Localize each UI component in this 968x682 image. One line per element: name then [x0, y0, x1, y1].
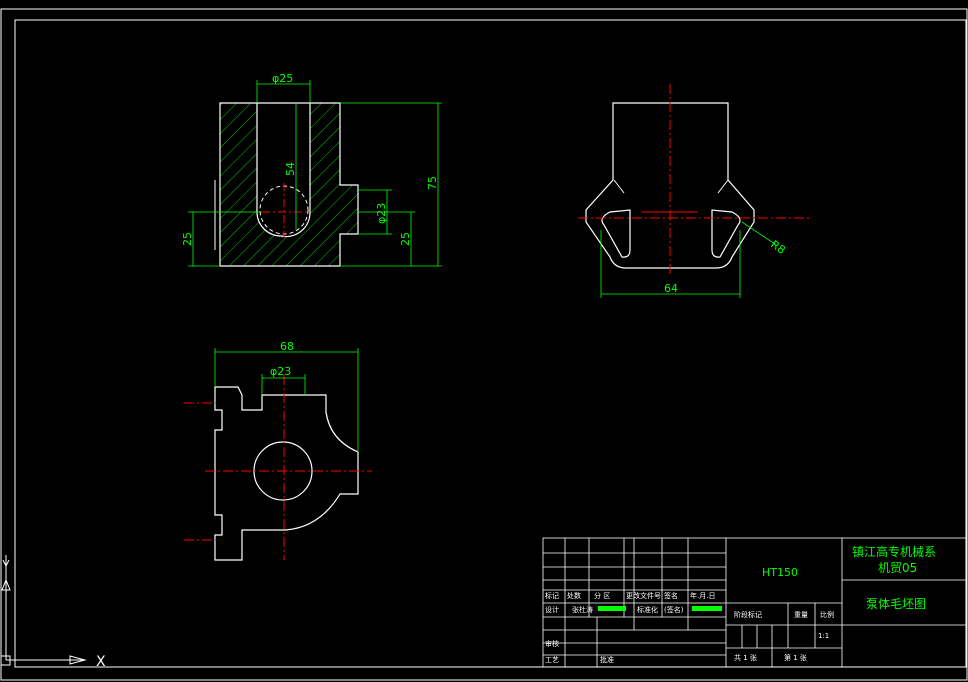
tb-label-zone: 分 区	[594, 591, 610, 600]
tb-sheets: 共 1 张	[734, 653, 757, 662]
tb-label-weight: 重量	[794, 611, 808, 619]
tb-label-review: 审核	[545, 639, 559, 648]
top-view[interactable]: 68 φ23	[184, 340, 372, 561]
side-right-step	[717, 179, 729, 194]
tb-label-signature: (签名)	[664, 605, 684, 614]
tb-label-count: 处数	[567, 591, 581, 600]
cad-drawing-canvas[interactable]: φ25 54 75 25 25 φ23 64 R8 68 φ23 X 标记 处数…	[0, 0, 968, 682]
dim-front-right-bottom: 25	[399, 232, 412, 246]
side-left-pocket	[601, 209, 631, 258]
tb-label-design: 设计	[545, 605, 559, 614]
side-left-step	[613, 179, 625, 194]
tb-label-standardize: 标准化	[637, 605, 658, 614]
tb-material: HT150	[762, 566, 798, 579]
dim-front-bore-side: φ23	[375, 203, 388, 224]
front-hatch	[220, 103, 358, 266]
tb-label-scale: 比例	[820, 610, 834, 619]
dim-side-radius: R8	[768, 238, 787, 257]
dim-top-width: 68	[280, 340, 294, 353]
dim-front-bore-top: φ25	[272, 72, 293, 85]
tb-label-process: 工艺	[545, 656, 559, 664]
top-centerlines	[184, 375, 372, 560]
tb-label-mark: 标记	[545, 591, 559, 600]
tb-drawing-name: 泵体毛坯图	[866, 597, 926, 611]
ucs-icon: X	[0, 555, 106, 670]
tb-school: 镇江高专机械系	[852, 544, 936, 559]
top-outline	[214, 386, 359, 561]
dim-front-depth: 54	[284, 162, 297, 176]
tb-sheet: 第 1 张	[784, 653, 807, 662]
tb-label-stage: 阶段标记	[734, 610, 762, 619]
outer-border	[0, 8, 968, 681]
tb-class: 机贸05	[878, 561, 917, 575]
tb-label-approve: 批准	[600, 655, 614, 664]
design-signature-bar	[598, 606, 626, 611]
dim-side-width: 64	[664, 282, 678, 295]
dim-top-bore: φ23	[270, 365, 291, 378]
tb-label-sign: 签名	[664, 591, 678, 600]
tb-designer: 张杜涛	[572, 605, 593, 614]
ucs-x-label: X	[96, 654, 106, 670]
tb-label-date: 年.月.日	[690, 591, 715, 600]
side-dimensions	[600, 221, 776, 298]
tb-scale-value: 1:1	[818, 632, 829, 640]
inner-border	[14, 19, 967, 668]
side-view[interactable]: 64 R8	[578, 84, 810, 298]
dim-front-height: 75	[426, 176, 439, 190]
dim-front-bottom: 25	[181, 232, 194, 246]
tb-label-doc-no: 更改文件号	[626, 591, 661, 600]
front-view[interactable]: φ25 54 75 25 25 φ23	[181, 72, 442, 267]
standard-signature-bar	[692, 606, 722, 611]
